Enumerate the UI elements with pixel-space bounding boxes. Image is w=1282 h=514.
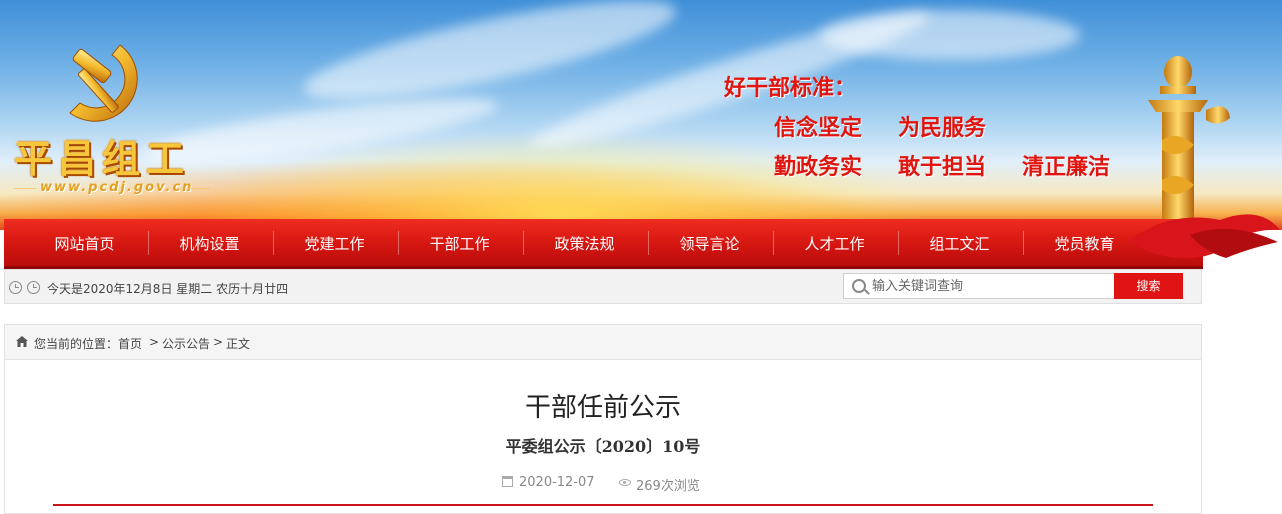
slogan-item: 信念坚定 — [774, 115, 863, 141]
main-nav: 网站首页 机构设置 党建工作 干部工作 政策法规 领导言论 人才工作 组工文汇 … — [4, 219, 1203, 269]
divider — [188, 188, 210, 189]
calendar-icon — [502, 476, 513, 487]
nav-item-member-education[interactable]: 党员教育 — [1022, 219, 1147, 266]
search-box — [843, 273, 1118, 299]
slogan-item: 勤政务实 — [774, 154, 863, 180]
clock-icon — [27, 281, 40, 294]
breadcrumb-separator: > — [149, 335, 160, 349]
nav-item-leader-speech[interactable]: 领导言论 — [647, 219, 772, 266]
article-panel: 您当前的位置： 首页 > 公示公告 > 正文 干部任前公示 平委组公示〔2020… — [4, 324, 1202, 514]
breadcrumb-section-link[interactable]: 公示公告 — [162, 335, 210, 352]
nav-item-cadre-work[interactable]: 干部工作 — [397, 219, 522, 266]
nav-item-articles[interactable]: 组工文汇 — [897, 219, 1022, 266]
nav-item-home[interactable]: 网站首页 — [22, 219, 147, 266]
header-banner: 平昌组工 www.pcdj.gov.cn 好干部标准： 信念坚定 为民服务 勤政… — [0, 0, 1282, 230]
search-input[interactable] — [872, 277, 1112, 295]
breadcrumb-current: 正文 — [226, 337, 251, 351]
view-count: 269次浏览 — [636, 479, 700, 494]
slogan-item: 敢于担当 — [898, 154, 987, 180]
current-date: 今天是2020年12月8日 星期二 农历十月廿四 — [47, 282, 289, 296]
info-bar: 今天是2020年12月8日 星期二 农历十月廿四 搜索 — [4, 269, 1202, 304]
slogan-item: 为民服务 — [898, 115, 987, 141]
eye-icon — [619, 479, 631, 486]
site-url: www.pcdj.gov.cn — [40, 180, 194, 195]
home-icon — [16, 336, 28, 347]
publish-date: 2020-12-07 — [519, 475, 595, 490]
breadcrumb-separator: > — [213, 335, 224, 349]
search-button[interactable]: 搜索 — [1114, 273, 1183, 299]
red-ribbon — [1130, 214, 1280, 259]
nav-item-organization[interactable]: 机构设置 — [147, 219, 272, 266]
slogan-item: 清正廉洁 — [1022, 154, 1111, 180]
cloud — [820, 10, 1080, 60]
search-icon — [852, 279, 866, 293]
nav-item-policy[interactable]: 政策法规 — [522, 219, 647, 266]
nav-item-party-building[interactable]: 党建工作 — [272, 219, 397, 266]
cloud — [138, 85, 502, 175]
breadcrumb: 您当前的位置： 首页 > 公示公告 > 正文 — [5, 325, 1201, 360]
breadcrumb-prefix: 您当前的位置： — [34, 337, 119, 351]
slogan-heading: 好干部标准： — [724, 75, 857, 101]
article-title: 干部任前公示 — [524, 393, 681, 423]
party-emblem-icon — [69, 44, 138, 122]
site-title: 平昌组工 — [14, 136, 191, 181]
divider — [14, 188, 36, 189]
clock-icon — [9, 281, 22, 294]
breadcrumb-home-link[interactable]: 首页 — [118, 335, 142, 352]
nav-item-talent[interactable]: 人才工作 — [772, 219, 897, 266]
document-number: 平委组公示〔2020〕10号 — [505, 437, 701, 456]
